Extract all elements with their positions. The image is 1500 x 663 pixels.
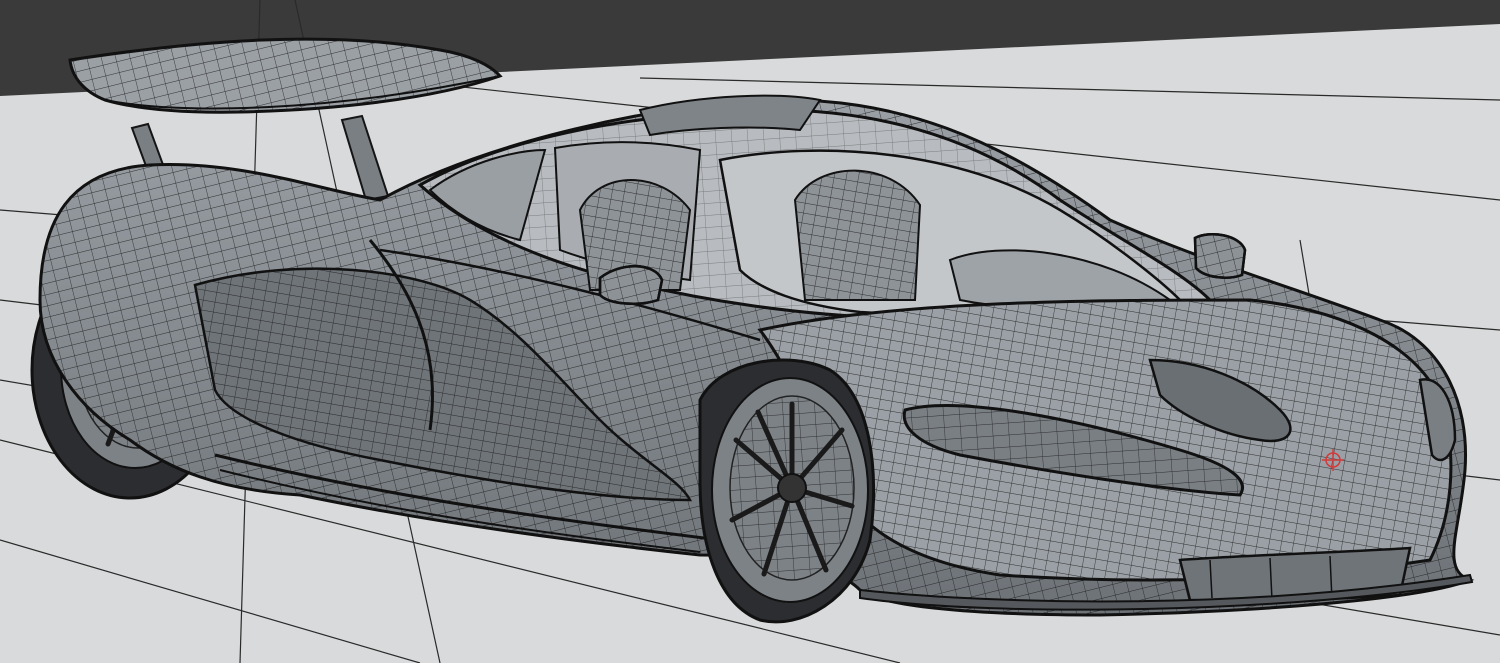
- viewport-canvas[interactable]: [0, 0, 1500, 663]
- 3d-viewport[interactable]: [0, 0, 1500, 663]
- front-wheel: [698, 358, 876, 624]
